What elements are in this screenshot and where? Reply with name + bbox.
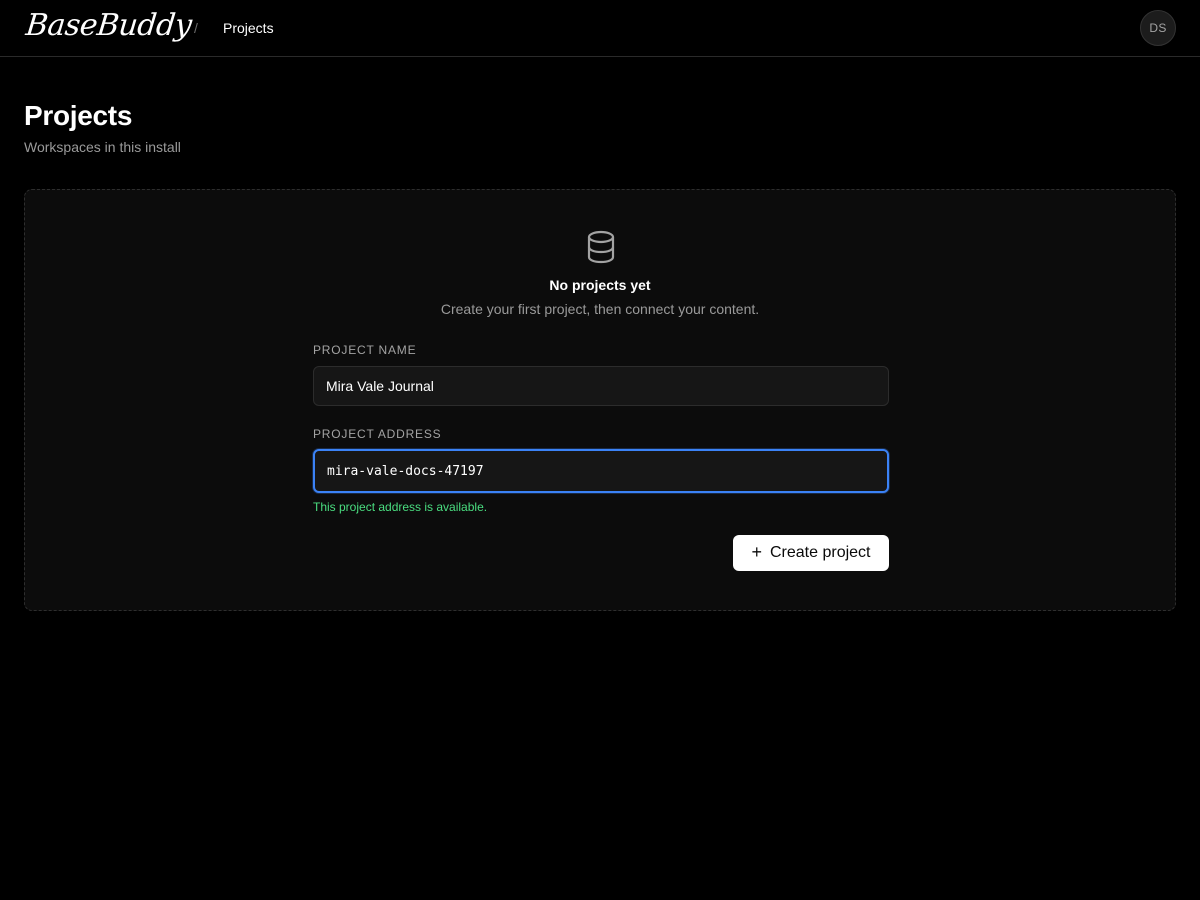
top-bar: BaseBuddy / Projects DS	[0, 0, 1200, 57]
project-name-input[interactable]	[313, 366, 889, 406]
project-address-input[interactable]	[313, 449, 889, 493]
address-availability-hint: This project address is available.	[313, 500, 488, 514]
user-avatar[interactable]: DS	[1140, 10, 1176, 46]
empty-state-card: No projects yet Create your first projec…	[24, 189, 1176, 611]
page-title: Projects	[24, 100, 133, 131]
database-icon	[587, 230, 615, 264]
create-project-label: Create project	[770, 544, 871, 561]
empty-state-description: Create your first project, then connect …	[440, 301, 760, 317]
page-subtitle: Workspaces in this install	[24, 139, 181, 155]
create-project-button[interactable]: + Create project	[733, 535, 889, 571]
project-address-label: PROJECT ADDRESS	[313, 427, 442, 441]
empty-state-title: No projects yet	[549, 277, 651, 293]
plus-icon: +	[751, 542, 762, 562]
app-logo[interactable]: BaseBuddy	[24, 4, 194, 48]
breadcrumb-current: Projects	[223, 20, 274, 36]
project-name-label: PROJECT NAME	[313, 343, 417, 357]
breadcrumb-separator: /	[194, 20, 198, 36]
